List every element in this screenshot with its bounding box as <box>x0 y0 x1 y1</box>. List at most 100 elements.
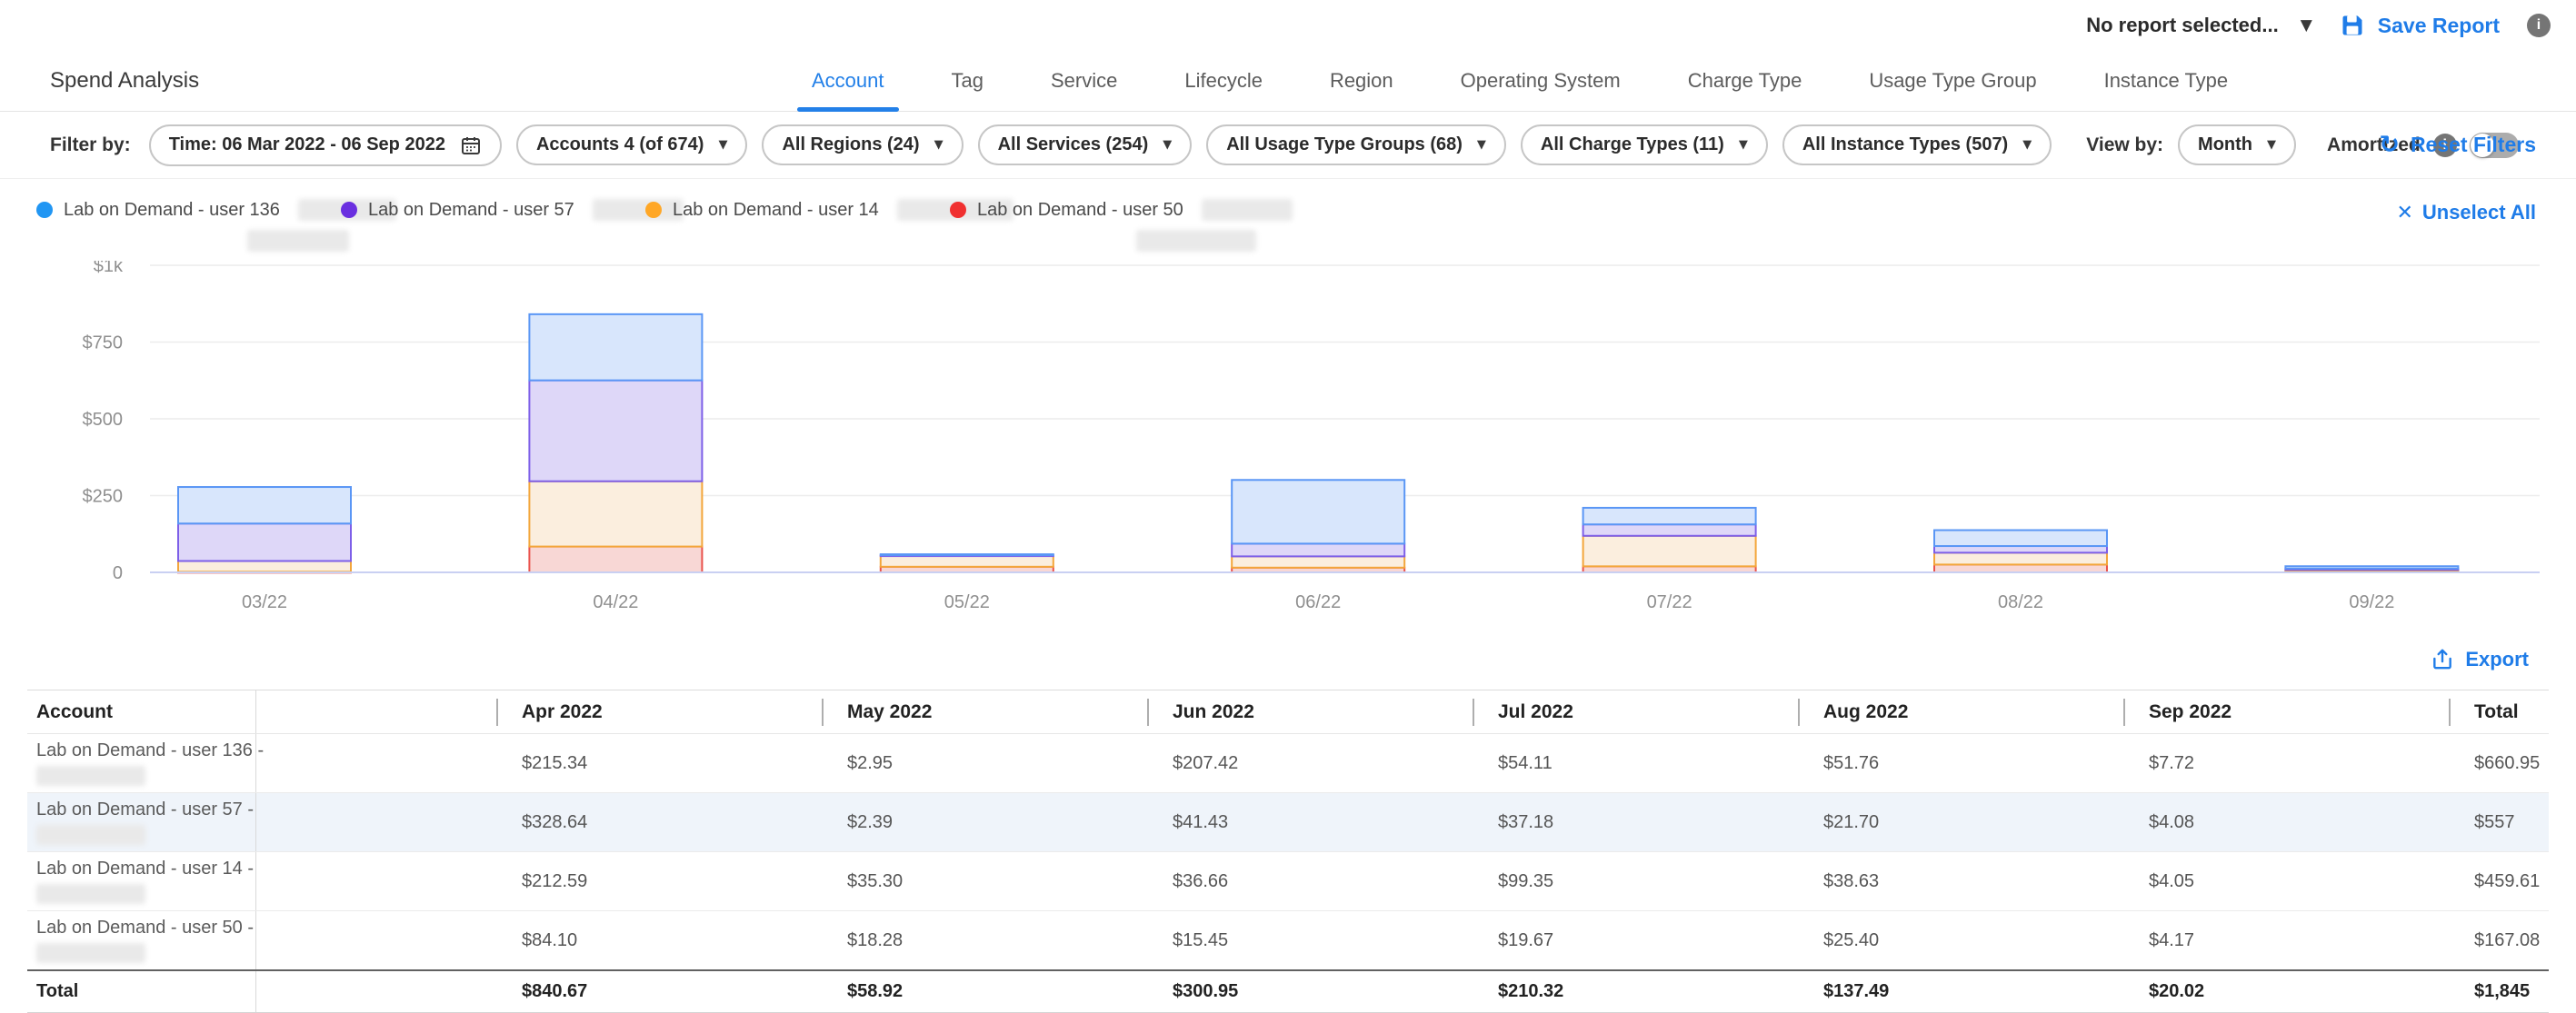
total-may-2022: $58.92 <box>822 971 1147 1012</box>
unselect-all-button[interactable]: ✕ Unselect All <box>2396 201 2536 224</box>
view-by-value: Month <box>2198 134 2252 155</box>
tab-service[interactable]: Service <box>1043 51 1124 111</box>
tab-usage-type-group[interactable]: Usage Type Group <box>1862 51 2043 111</box>
total-total: $1,845 <box>2449 971 2549 1012</box>
account-cell: Lab on Demand - user 136 - <box>27 734 256 792</box>
column-header-sep-2022: Sep 2022 <box>2123 690 2449 733</box>
view-by-pill[interactable]: Month ▼ <box>2178 124 2296 165</box>
bar-segment-lab-on-demand-user-136-03-22[interactable] <box>178 487 351 523</box>
filter-pill-label: All Regions (24) <box>782 134 919 155</box>
legend-item-lab-on-demand-user-57[interactable]: Lab on Demand - user 57 <box>341 199 645 261</box>
tab-account[interactable]: Account <box>804 51 892 111</box>
close-icon: ✕ <box>2396 202 2412 224</box>
bar-segment-lab-on-demand-user-14-07-22[interactable] <box>1583 536 1756 567</box>
bar-segment-lab-on-demand-user-57-07-22[interactable] <box>1583 524 1756 536</box>
save-icon <box>2340 13 2365 38</box>
table-row-lab-on-demand-user-50[interactable]: Lab on Demand - user 50 -$84.10$18.28$15… <box>27 911 2549 969</box>
column-header-may-2022: May 2022 <box>822 690 1147 733</box>
bar-segment-lab-on-demand-user-57-06-22[interactable] <box>1232 543 1404 556</box>
chevron-down-icon: ▼ <box>718 138 727 152</box>
table-row-lab-on-demand-user-57[interactable]: Lab on Demand - user 57 -$328.64$2.39$41… <box>27 793 2549 852</box>
calendar-icon <box>460 134 482 156</box>
table-total-row: Total$840.67$58.92$300.95$210.32$137.49$… <box>27 969 2549 1013</box>
legend-item-lab-on-demand-user-50[interactable]: Lab on Demand - user 50 <box>950 199 1254 261</box>
redacted-text <box>36 943 145 963</box>
account-cell: Lab on Demand - user 57 - <box>27 793 256 851</box>
legend-list: Lab on Demand - user 136 Lab on Demand - … <box>36 199 1254 261</box>
reset-filters-button[interactable]: ↻ Reset Filters <box>2379 133 2536 157</box>
spend-chart: $1k$750$500$250003/2204/2205/2206/2207/2… <box>36 261 2540 624</box>
bar-segment-lab-on-demand-user-136-06-22[interactable] <box>1232 480 1404 543</box>
filter-pill-accounts-4[interactable]: Accounts 4 (of 674) ▼ <box>516 124 747 165</box>
bar-segment-lab-on-demand-user-14-03-22[interactable] <box>178 561 351 571</box>
account-name: Lab on Demand - user 136 - <box>36 740 264 761</box>
bar-segment-lab-on-demand-user-57-08-22[interactable] <box>1934 546 2107 552</box>
column-header-jul-2022: Jul 2022 <box>1473 690 1798 733</box>
legend-item-lab-on-demand-user-14[interactable]: Lab on Demand - user 14 <box>645 199 950 261</box>
bar-segment-lab-on-demand-user-50-08-22[interactable] <box>1934 564 2107 572</box>
refresh-icon: ↻ <box>2379 133 2400 157</box>
tab-instance-type[interactable]: Instance Type <box>2097 51 2236 111</box>
bar-segment-lab-on-demand-user-136-05-22[interactable] <box>881 554 1053 555</box>
cell-aug-2022: $21.70 <box>1798 793 2123 851</box>
legend-label: Lab on Demand - user 136 <box>64 199 280 221</box>
bar-segment-lab-on-demand-user-57-03-22[interactable] <box>178 523 351 561</box>
tab-operating-system[interactable]: Operating System <box>1453 51 1628 111</box>
export-row: Export <box>0 624 2576 690</box>
filter-bar: Filter by: Time: 06 Mar 2022 - 06 Sep 20… <box>0 112 2576 179</box>
account-cell: Lab on Demand - user 50 - <box>27 911 256 969</box>
filter-pill-all-instance-types[interactable]: All Instance Types (507)▼ <box>1782 124 2052 165</box>
filter-pill-time-06-mar-2022-06-sep-2022[interactable]: Time: 06 Mar 2022 - 06 Sep 2022 <box>149 124 502 166</box>
cell-may-2022: $2.95 <box>822 734 1147 792</box>
legend-label: Lab on Demand - user 50 <box>977 199 1183 221</box>
spacer-cell <box>256 911 496 969</box>
cell-may-2022: $2.39 <box>822 793 1147 851</box>
y-tick-label: $500 <box>83 410 124 430</box>
export-button[interactable]: Export <box>2431 648 2529 671</box>
cell-jul-2022: $19.67 <box>1473 911 1798 969</box>
bar-segment-lab-on-demand-user-136-09-22[interactable] <box>2285 566 2458 569</box>
filter-pill-label: Time: 06 Mar 2022 - 06 Sep 2022 <box>169 134 445 155</box>
filter-pill-all-regions[interactable]: All Regions (24)▼ <box>762 124 963 165</box>
total-label: Total <box>27 971 256 1012</box>
bar-segment-lab-on-demand-user-136-07-22[interactable] <box>1583 508 1756 524</box>
bar-segment-lab-on-demand-user-14-05-22[interactable] <box>881 556 1053 567</box>
filter-pill-all-charge-types[interactable]: All Charge Types (11)▼ <box>1521 124 1768 165</box>
reset-filters-label: Reset Filters <box>2411 133 2536 157</box>
tab-tag[interactable]: Tag <box>944 51 991 111</box>
view-by-label: View by: <box>2086 134 2163 156</box>
bar-segment-lab-on-demand-user-136-04-22[interactable] <box>529 314 702 381</box>
save-report-button[interactable]: Save Report <box>2340 13 2500 38</box>
legend-item-lab-on-demand-user-136[interactable]: Lab on Demand - user 136 <box>36 199 341 261</box>
total-jun-2022: $300.95 <box>1147 971 1473 1012</box>
tab-lifecycle[interactable]: Lifecycle <box>1177 51 1270 111</box>
cell-sep-2022: $7.72 <box>2123 734 2449 792</box>
bar-segment-lab-on-demand-user-14-04-22[interactable] <box>529 482 702 547</box>
cell-total: $459.61 <box>2449 852 2549 910</box>
legend-dot <box>341 202 357 218</box>
chevron-down-icon: ▼ <box>2267 138 2276 152</box>
bar-segment-lab-on-demand-user-50-04-22[interactable] <box>529 547 702 572</box>
legend-dot <box>950 202 966 218</box>
legend-dot <box>36 202 53 218</box>
cell-may-2022: $18.28 <box>822 911 1147 969</box>
chevron-down-icon: ▼ <box>1163 138 1172 152</box>
bar-segment-lab-on-demand-user-57-04-22[interactable] <box>529 381 702 482</box>
table-row-lab-on-demand-user-136[interactable]: Lab on Demand - user 136 -$215.34$2.95$2… <box>27 734 2549 793</box>
bar-segment-lab-on-demand-user-14-06-22[interactable] <box>1232 556 1404 567</box>
filter-pill-all-usage-type-groups[interactable]: All Usage Type Groups (68)▼ <box>1206 124 1506 165</box>
tab-region[interactable]: Region <box>1323 51 1401 111</box>
table-row-lab-on-demand-user-14[interactable]: Lab on Demand - user 14 -$212.59$35.30$3… <box>27 852 2549 911</box>
tab-charge-type[interactable]: Charge Type <box>1681 51 1810 111</box>
info-icon[interactable]: i <box>2527 14 2551 37</box>
cell-may-2022: $35.30 <box>822 852 1147 910</box>
filter-pill-label: Accounts 4 (of 674) <box>536 134 704 155</box>
cell-sep-2022: $4.17 <box>2123 911 2449 969</box>
cell-apr-2022: $328.64 <box>496 793 822 851</box>
bar-segment-lab-on-demand-user-14-08-22[interactable] <box>1934 552 2107 564</box>
x-tick-label: 08/22 <box>1998 592 2043 612</box>
report-selector[interactable]: No report selected... ▼ <box>2086 14 2312 37</box>
cell-total: $557 <box>2449 793 2549 851</box>
bar-segment-lab-on-demand-user-136-08-22[interactable] <box>1934 531 2107 546</box>
filter-pill-all-services[interactable]: All Services (254)▼ <box>978 124 1193 165</box>
